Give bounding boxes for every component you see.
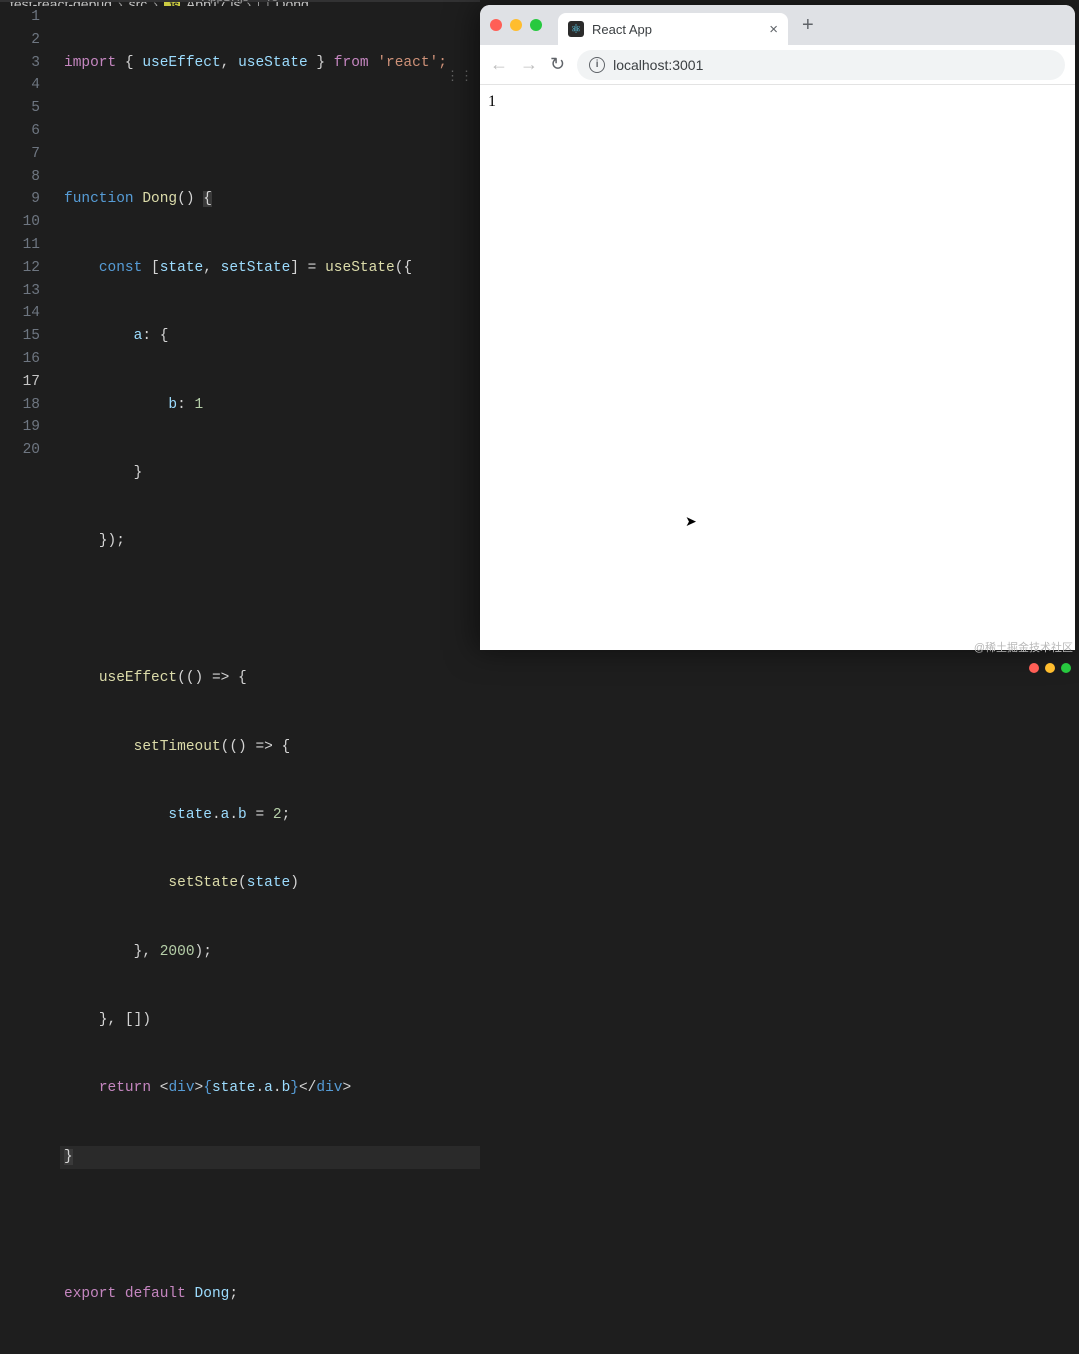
browser-toolbar: ← → ↻ i localhost:3001 — [480, 45, 1075, 85]
close-icon[interactable]: × — [769, 21, 778, 38]
editor-pane: App17.js — re JS App17.js × JS App14.js … — [0, 0, 480, 677]
page-viewport[interactable]: 1 — [480, 85, 1075, 650]
new-tab-button[interactable]: + — [796, 14, 820, 37]
forward-button[interactable]: → — [520, 54, 538, 75]
back-button[interactable]: ← — [490, 54, 508, 75]
browser-tab-reactapp[interactable]: ⚛ React App × — [558, 13, 788, 45]
line-gutter: 1 2 3 4 5 6 7 8 9 10 11 12 13 14 15 16 1… — [0, 6, 60, 1354]
secondary-window-controls — [1029, 663, 1071, 673]
code-body[interactable]: import { useEffect, useState } from 'rea… — [60, 6, 480, 1354]
address-bar[interactable]: i localhost:3001 — [577, 50, 1065, 80]
maximize-window-icon[interactable] — [530, 19, 542, 31]
close-window-icon[interactable] — [490, 19, 502, 31]
minimize-window-icon[interactable] — [1045, 663, 1055, 673]
maximize-window-icon[interactable] — [1061, 663, 1071, 673]
code-editor[interactable]: 1 2 3 4 5 6 7 8 9 10 11 12 13 14 15 16 1… — [0, 6, 480, 1354]
react-icon: ⚛ — [568, 21, 584, 37]
close-window-icon[interactable] — [1029, 663, 1039, 673]
window-controls — [490, 19, 542, 31]
watermark-text: @稀土掘金技术社区 — [974, 639, 1073, 655]
reload-button[interactable]: ↻ — [550, 54, 565, 75]
url-text: localhost:3001 — [613, 57, 703, 73]
minimize-window-icon[interactable] — [510, 19, 522, 31]
browser-window: ⚛ React App × + ← → ↻ i localhost:3001 1 — [480, 5, 1075, 650]
browser-tab-strip: ⚛ React App × + — [480, 5, 1075, 45]
cursor-icon: ➤ — [685, 513, 697, 530]
page-output: 1 — [488, 93, 496, 110]
site-info-icon[interactable]: i — [589, 57, 605, 73]
editor-title: App17.js — re — [202, 0, 278, 4]
browser-tab-title: React App — [592, 22, 652, 37]
